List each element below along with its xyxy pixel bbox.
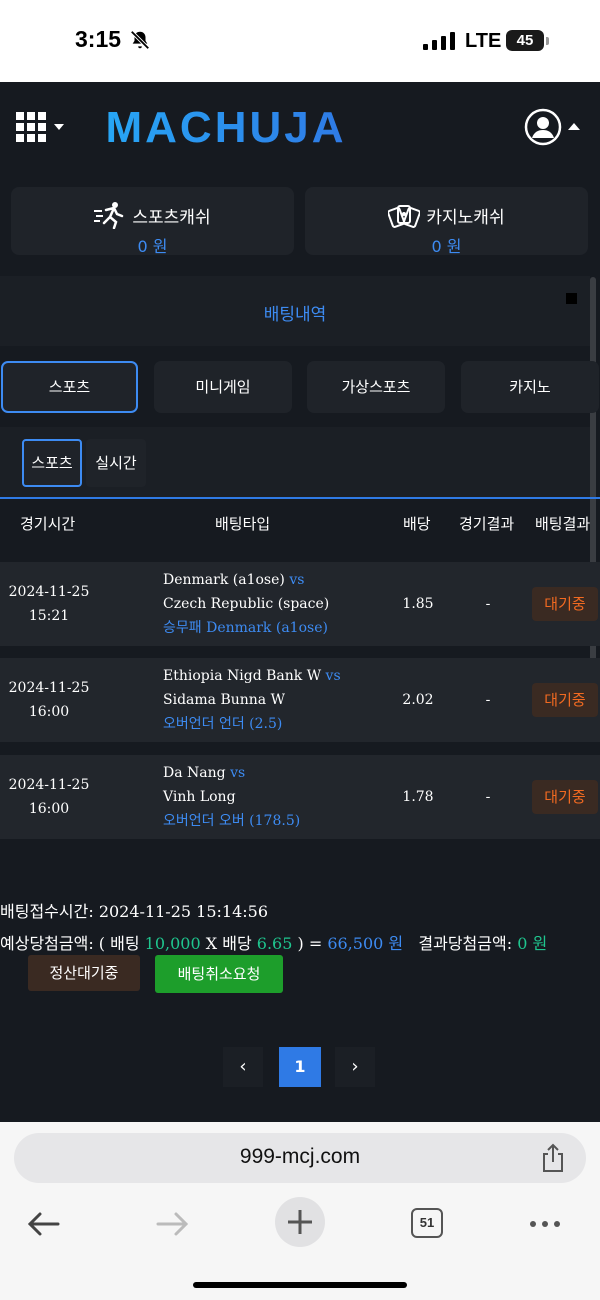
address-bar[interactable]: 999-mcj.com [14, 1133, 586, 1183]
svg-text:MACHUJA: MACHUJA [106, 104, 347, 150]
row-odds: 1.85 [402, 596, 434, 612]
site-logo[interactable]: MACHUJA [80, 104, 372, 150]
section-header: 배팅내역 [0, 276, 590, 346]
stake-amount: 10,000 [144, 934, 201, 953]
col-bet-type: 배팅타입 [215, 515, 271, 533]
result-label: 결과당첨금액: [418, 934, 513, 953]
home-team: Denmark (a1ose) [163, 572, 285, 588]
prev-page-button[interactable]: ‹ [223, 1047, 263, 1087]
share-icon[interactable] [540, 1143, 566, 1173]
user-circle-icon [524, 108, 562, 146]
sports-cash-amount: 0 원 [137, 237, 168, 256]
bet-pick: 승무패 Denmark (a1ose) [163, 620, 328, 636]
bet-pick: 오버언더 오버 (178.5) [163, 813, 301, 829]
carrier-label: LTE [465, 30, 502, 52]
chevron-down-icon [54, 124, 64, 130]
bet-time-label: 배팅접수시간: [0, 902, 94, 921]
vs-label: vs [289, 572, 305, 588]
casino-cash-card: 카지노캐쉬 0 원 [305, 187, 588, 256]
row-game-result: - [485, 789, 491, 805]
page-1-button[interactable]: 1 [279, 1047, 321, 1087]
row-date: 2024-11-25 [8, 584, 90, 600]
vs-label: vs [230, 765, 246, 781]
away-team: Sidama Bunna W [163, 692, 285, 708]
table-header: 경기시간 배팅타입 배당 경기결과 배팅결과 [0, 499, 600, 545]
equals-label: ) = [297, 934, 323, 953]
x-odds-label: X 배당 [205, 934, 252, 953]
runner-icon [94, 202, 124, 229]
home-team: Ethiopia Nigd Bank W [163, 668, 322, 684]
status-badge: 대기중 [532, 683, 598, 717]
user-menu-button[interactable] [524, 108, 584, 146]
total-odds: 6.65 [256, 934, 293, 953]
bet-pick: 오버언더 언더 (2.5) [163, 716, 283, 732]
subtab-sports[interactable]: 스포츠 [22, 439, 82, 487]
page-title: 배팅내역 [263, 305, 327, 325]
back-arrow-icon[interactable] [22, 1202, 66, 1246]
vs-label: vs [325, 668, 341, 684]
cancel-bet-button[interactable]: 배팅취소요청 [155, 955, 283, 993]
settlement-pending-badge: 정산대기중 [28, 955, 140, 991]
sub-tab-bar: 스포츠 실시간 [0, 427, 590, 497]
grid-menu-button[interactable] [16, 112, 64, 142]
col-odds: 배당 [403, 515, 431, 533]
row-time: 16:00 [28, 704, 70, 720]
table-row[interactable]: 2024-11-25 16:00 Ethiopia Nigd Bank W vs… [0, 658, 600, 742]
casino-cash-amount: 0 원 [431, 237, 462, 256]
expected-amount: 66,500 원 [327, 934, 404, 953]
more-icon[interactable] [523, 1202, 567, 1246]
result-amount: 0 원 [517, 934, 548, 953]
bell-slash-icon [130, 30, 150, 50]
row-odds: 2.02 [402, 692, 434, 708]
status-bar: 3:15 LTE 45 [0, 0, 600, 82]
app-page: MACHUJA 스포츠캐쉬 0 원 카지노캐쉬 0 원 배팅내역 스포츠 미니게… [0, 82, 600, 1122]
bet-time-line: 배팅접수시간: 2024-11-25 15:14:56 [0, 898, 600, 922]
sports-cash-label: 스포츠캐쉬 [132, 207, 211, 228]
away-team: Vinh Long [163, 789, 236, 805]
tab-casino[interactable]: 카지노 [461, 361, 599, 413]
expected-label: 예상당첨금액: ( 배팅 [0, 934, 140, 953]
row-game-result: - [485, 692, 491, 708]
signal-icon [423, 32, 455, 50]
site-header: MACHUJA [0, 82, 600, 172]
subtab-live[interactable]: 실시간 [86, 439, 146, 487]
chevron-up-icon [568, 123, 580, 130]
away-team: Czech Republic (space) [163, 596, 330, 612]
url-text: 999-mcj.com [239, 1145, 361, 1168]
sports-cash-card: 스포츠캐쉬 0 원 [11, 187, 294, 256]
tab-sports[interactable]: 스포츠 [1, 361, 138, 413]
tab-minigame[interactable]: 미니게임 [154, 361, 292, 413]
row-time: 15:21 [28, 608, 70, 624]
battery-indicator: 45 [506, 30, 544, 51]
tab-virtual-sports[interactable]: 가상스포츠 [307, 361, 445, 413]
plus-icon [288, 1210, 312, 1234]
browser-toolbar: 999-mcj.com 51 [0, 1122, 600, 1300]
home-team: Da Nang [163, 765, 226, 781]
col-game-result: 경기결과 [459, 515, 515, 533]
row-date: 2024-11-25 [8, 777, 90, 793]
col-bet-result: 배팅결과 [535, 515, 591, 533]
row-game-result: - [485, 596, 491, 612]
forward-arrow-icon[interactable] [150, 1202, 194, 1246]
expected-win-line: 예상당첨금액: ( 배팅 10,000 X 배당 6.65 ) = 66,500… [0, 930, 600, 954]
row-date: 2024-11-25 [8, 680, 90, 696]
cards-icon [388, 205, 421, 228]
home-indicator [193, 1282, 407, 1288]
row-odds: 1.78 [402, 789, 434, 805]
tabs-icon[interactable]: 51 [411, 1208, 443, 1238]
status-time: 3:15 [75, 26, 122, 52]
status-badge: 대기중 [532, 780, 598, 814]
col-game-time: 경기시간 [20, 515, 76, 533]
casino-cash-label: 카지노캐쉬 [426, 207, 505, 228]
grid-menu-icon [16, 112, 46, 142]
battery-nub [546, 37, 549, 45]
bet-time-value: 2024-11-25 15:14:56 [98, 902, 269, 921]
table-row[interactable]: 2024-11-25 15:21 Denmark (a1ose) vs Czec… [0, 562, 600, 646]
close-icon[interactable] [566, 293, 577, 304]
row-time: 16:00 [28, 801, 70, 817]
table-row[interactable]: 2024-11-25 16:00 Da Nang vs Vinh Long 오버… [0, 755, 600, 839]
next-page-button[interactable]: › [335, 1047, 375, 1087]
new-tab-button[interactable] [275, 1197, 325, 1247]
status-badge: 대기중 [532, 587, 598, 621]
